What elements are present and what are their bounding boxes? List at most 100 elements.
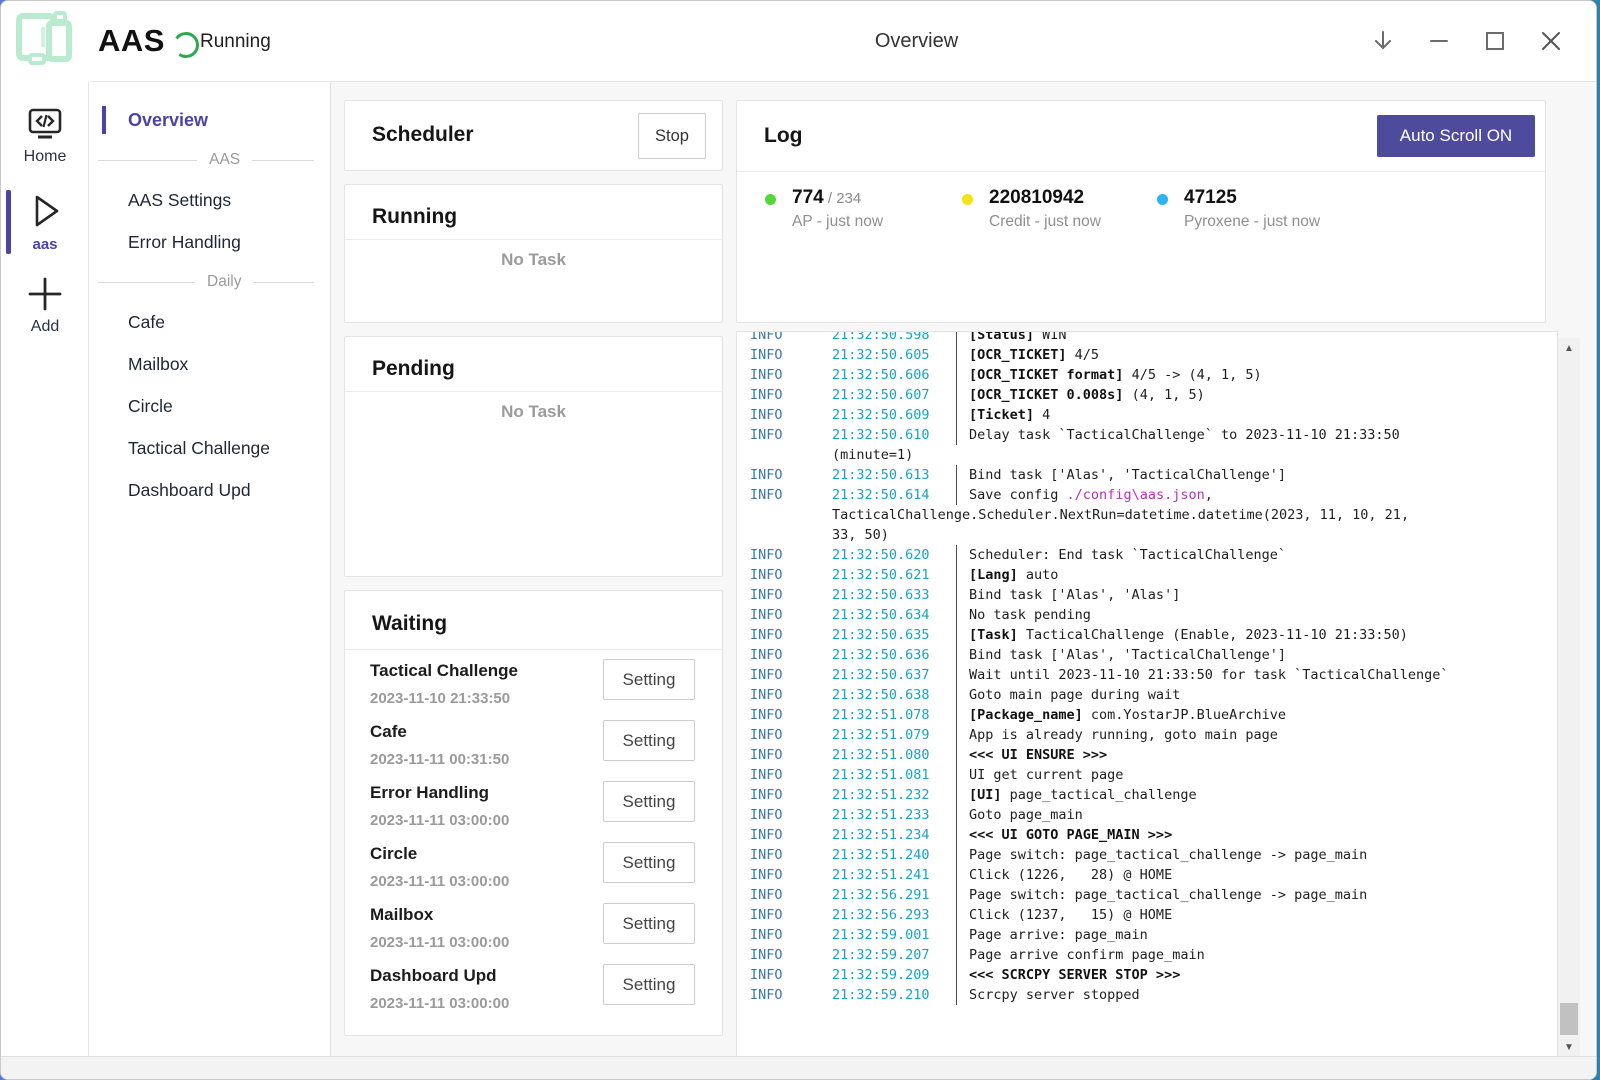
scroll-up-arrow[interactable]: ▲ — [1558, 338, 1580, 358]
app-name: AAS — [98, 23, 165, 59]
sidebar-item-error-handling[interactable]: Error Handling — [90, 221, 330, 263]
log-level: INFO — [750, 725, 832, 745]
log-timestamp: 21:32:59.207 — [832, 945, 955, 965]
maximize-button[interactable] — [1480, 26, 1510, 56]
log-level: INFO — [750, 825, 832, 845]
log-scrollbar: ▲ ▼ — [1558, 338, 1580, 1057]
log-level: INFO — [750, 385, 832, 405]
stat-value: 220810942 — [989, 187, 1084, 209]
waiting-task-row: Tactical Challenge2023-11-10 21:33:50Set… — [345, 657, 722, 718]
log-message: <<< UI GOTO PAGE_MAIN >>> — [969, 825, 1557, 845]
scroll-down-arrow[interactable]: ▼ — [1558, 1037, 1580, 1057]
task-setting-button[interactable]: Setting — [603, 720, 695, 761]
log-message: <<< UI ENSURE >>> — [969, 745, 1557, 765]
divider-line — [252, 160, 314, 161]
log-level: INFO — [750, 645, 832, 665]
log-line: INFO21:32:50.620Scheduler: End task `Tac… — [750, 545, 1557, 565]
divider — [345, 391, 722, 392]
log-output-panel[interactable]: INFO21:32:50.598[Status] WININFO21:32:50… — [736, 331, 1558, 1058]
log-separator — [955, 331, 969, 345]
log-message: TacticalChallenge.Scheduler.NextRun=date… — [832, 505, 1557, 525]
log-line: INFO21:32:50.634No task pending — [750, 605, 1557, 625]
log-message: Scrcpy server stopped — [969, 985, 1557, 1005]
log-level: INFO — [750, 765, 832, 785]
waiting-task-name: Cafe — [370, 722, 407, 742]
task-setting-button[interactable]: Setting — [603, 964, 695, 1005]
sidebar-item-cafe[interactable]: Cafe — [90, 301, 330, 343]
log-separator — [955, 605, 969, 625]
task-setting-button[interactable]: Setting — [603, 842, 695, 883]
sidebar-nav: OverviewAASAAS SettingsError HandlingDai… — [90, 82, 331, 1057]
rail-item-home[interactable]: Home — [1, 104, 89, 166]
sidebar-item-overview[interactable]: Overview — [90, 99, 330, 141]
log-message: [OCR_TICKET format] 4/5 -> (4, 1, 5) — [969, 365, 1557, 385]
log-message: Page switch: page_tactical_challenge -> … — [969, 845, 1557, 865]
sidebar-item-label: Cafe — [128, 312, 165, 333]
log-separator — [955, 705, 969, 725]
log-separator — [955, 365, 969, 385]
auto-scroll-toggle-button[interactable]: Auto Scroll ON — [1377, 115, 1535, 157]
task-setting-button[interactable]: Setting — [603, 903, 695, 944]
plus-icon — [25, 274, 65, 314]
waiting-task-name: Mailbox — [370, 905, 433, 925]
log-message: [Ticket] 4 — [969, 405, 1557, 425]
home-code-monitor-icon — [25, 104, 65, 144]
update-download-button[interactable] — [1368, 26, 1398, 56]
log-timestamp: 21:32:51.233 — [832, 805, 955, 825]
log-timestamp: 21:32:50.613 — [832, 465, 955, 485]
sidebar-item-circle[interactable]: Circle — [90, 385, 330, 427]
log-separator — [955, 545, 969, 565]
log-timestamp: 21:32:56.293 — [832, 905, 955, 925]
pending-card: Pending No Task — [344, 336, 723, 577]
log-timestamp: 21:32:59.209 — [832, 965, 955, 985]
log-line: INFO21:32:51.080<<< UI ENSURE >>> — [750, 745, 1557, 765]
sidebar-item-dashboard-upd[interactable]: Dashboard Upd — [90, 469, 330, 511]
log-separator — [955, 625, 969, 645]
rail-item-aas[interactable]: aas — [1, 190, 89, 258]
log-separator — [955, 745, 969, 765]
stat-caption: Credit - just now — [989, 213, 1101, 231]
waiting-card: Waiting Tactical Challenge2023-11-10 21:… — [344, 590, 723, 1036]
waiting-task-row: Mailbox2023-11-11 03:00:00Setting — [345, 901, 722, 962]
log-line: INFO21:32:51.241Click (1226, 28) @ HOME — [750, 865, 1557, 885]
task-setting-button[interactable]: Setting — [603, 781, 695, 822]
log-separator — [955, 785, 969, 805]
rail-item-add[interactable]: Add — [1, 274, 89, 336]
log-line: INFO21:32:50.606[OCR_TICKET format] 4/5 … — [750, 365, 1557, 385]
close-button[interactable] — [1536, 26, 1566, 56]
active-rail-indicator — [6, 190, 11, 254]
rail-home-label: Home — [24, 148, 67, 166]
log-level: INFO — [750, 605, 832, 625]
log-level: INFO — [750, 565, 832, 585]
log-level: INFO — [750, 805, 832, 825]
app-window: AAS Running Overview — [0, 0, 1597, 1080]
log-line: INFO21:32:51.081UI get current page — [750, 765, 1557, 785]
minimize-button[interactable] — [1424, 26, 1454, 56]
scrollbar-thumb[interactable] — [1560, 1003, 1578, 1035]
log-timestamp: 21:32:51.081 — [832, 765, 955, 785]
sidebar-item-tactical-challenge[interactable]: Tactical Challenge — [90, 427, 330, 469]
stat-value: 47125 — [1184, 187, 1237, 209]
sidebar-item-aas-settings[interactable]: AAS Settings — [90, 179, 330, 221]
log-line: INFO21:32:51.232[UI] page_tactical_chall… — [750, 785, 1557, 805]
log-line: INFO21:32:50.637Wait until 2023-11-10 21… — [750, 665, 1557, 685]
log-timestamp: 21:32:59.210 — [832, 985, 955, 1005]
stat-color-dot — [962, 194, 973, 205]
log-timestamp: 21:32:50.607 — [832, 385, 955, 405]
log-message: Page switch: page_tactical_challenge -> … — [969, 885, 1557, 905]
log-indent — [750, 505, 832, 525]
stat-color-dot — [765, 194, 776, 205]
log-message: <<< SCRCPY SERVER STOP >>> — [969, 965, 1557, 985]
log-level: INFO — [750, 885, 832, 905]
scheduler-card: Scheduler Stop — [344, 100, 723, 171]
log-line: TacticalChallenge.Scheduler.NextRun=date… — [750, 505, 1557, 525]
stat-value: 774 / 234 — [792, 187, 861, 209]
waiting-task-row: Dashboard Upd2023-11-11 03:00:00Setting — [345, 962, 722, 1023]
sidebar-item-mailbox[interactable]: Mailbox — [90, 343, 330, 385]
task-setting-button[interactable]: Setting — [603, 659, 695, 700]
log-separator — [955, 585, 969, 605]
waiting-task-name: Dashboard Upd — [370, 966, 497, 986]
log-timestamp: 21:32:50.637 — [832, 665, 955, 685]
stop-button[interactable]: Stop — [638, 113, 706, 159]
log-line: INFO21:32:59.207Page arrive confirm page… — [750, 945, 1557, 965]
